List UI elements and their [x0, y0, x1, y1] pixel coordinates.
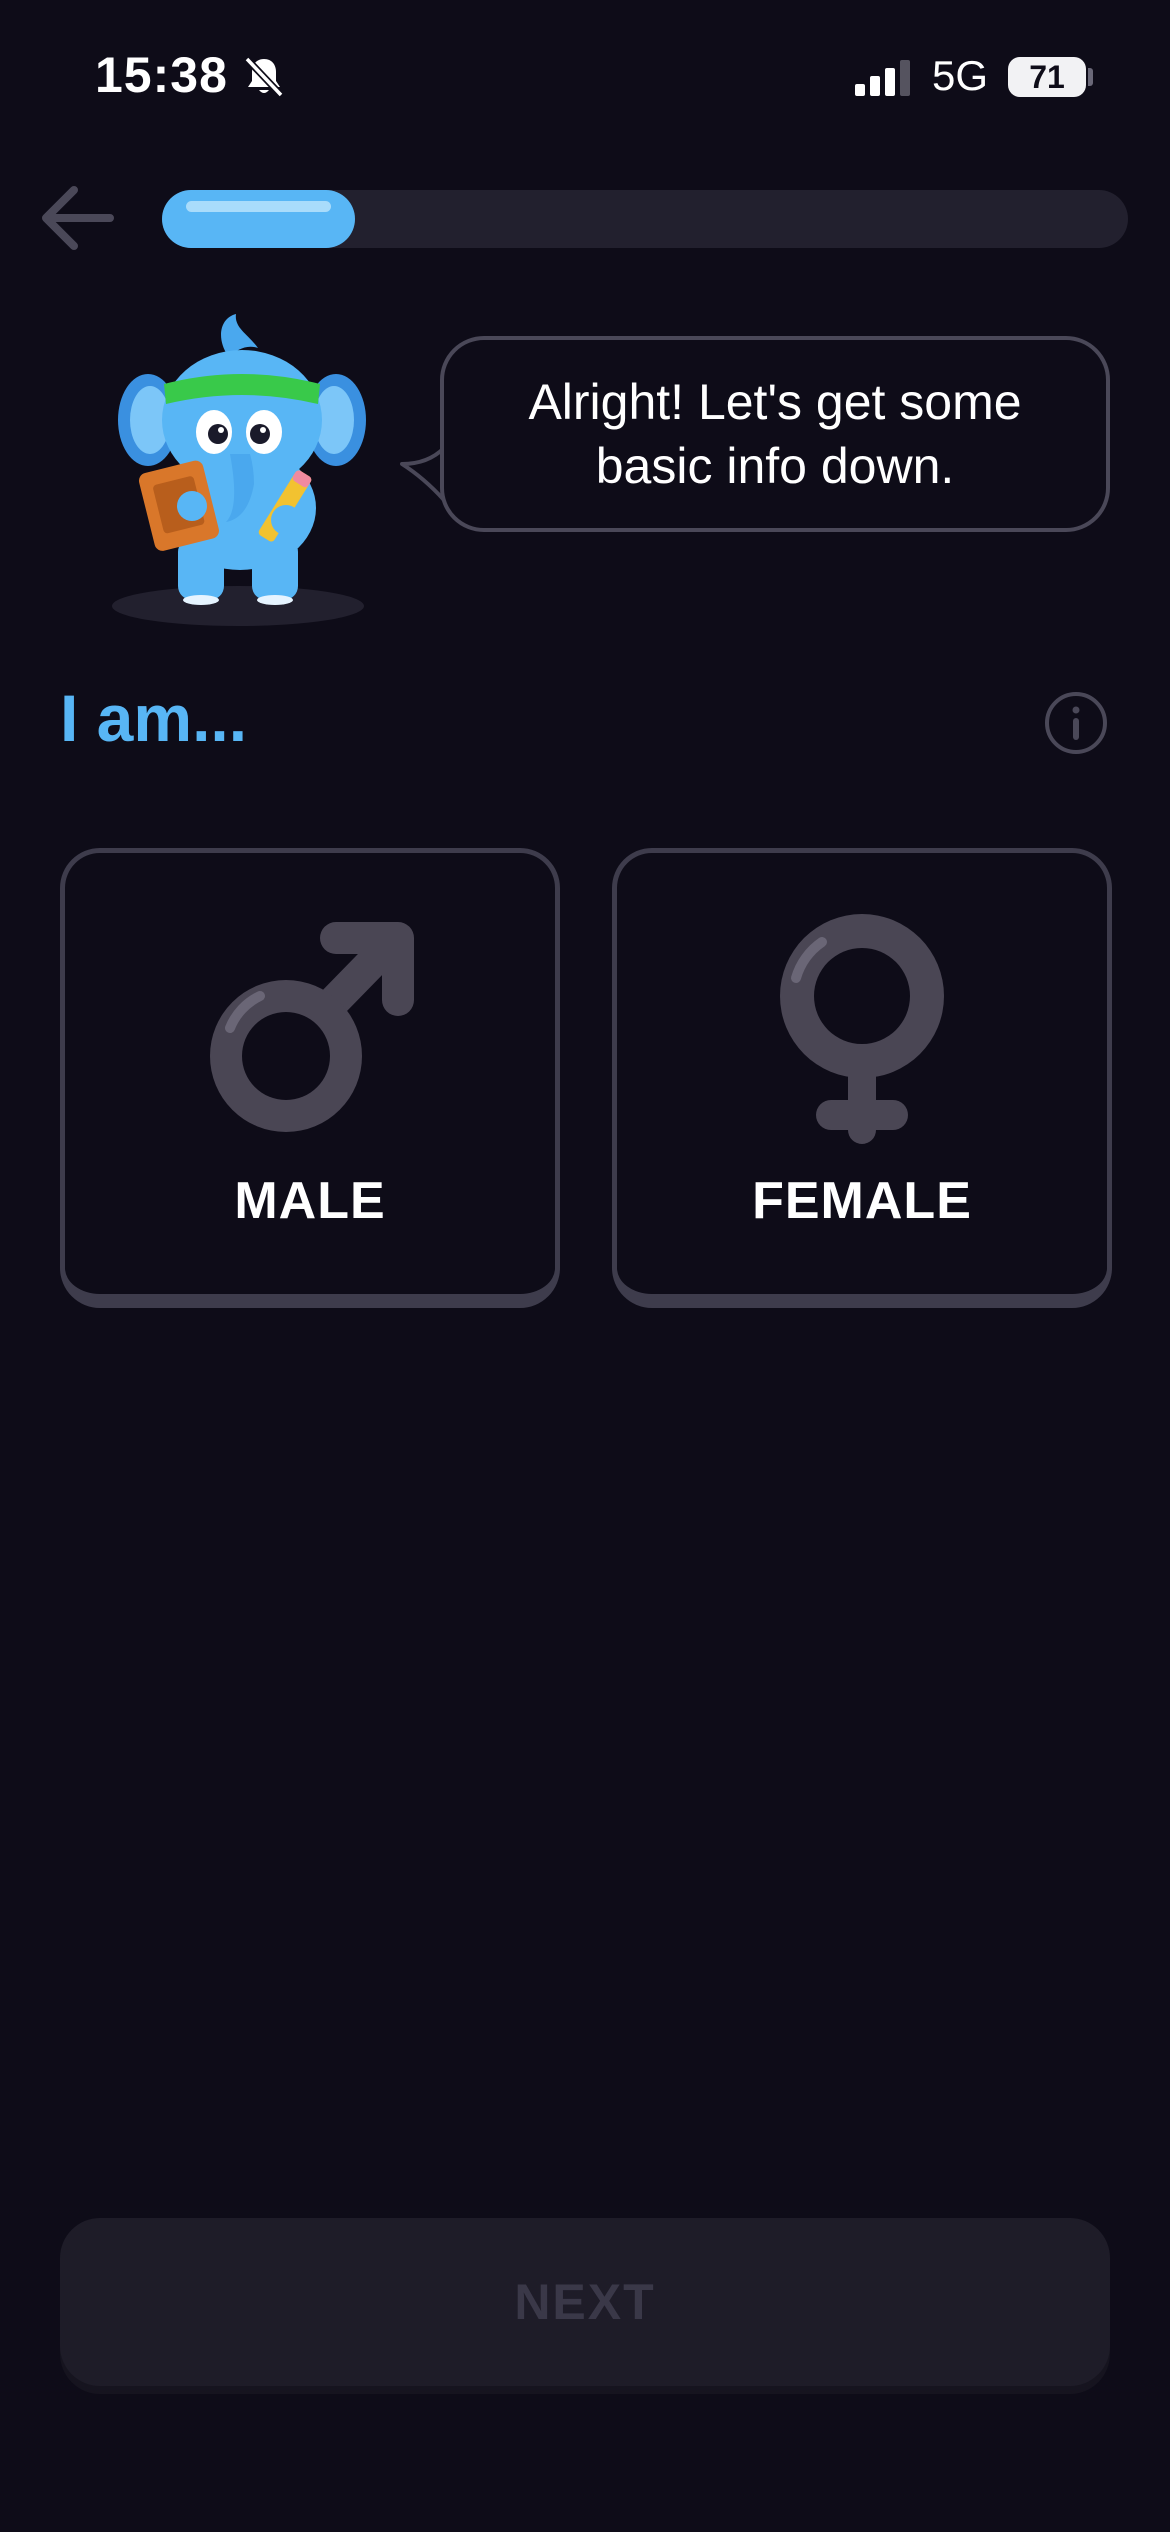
female-symbol-icon [780, 914, 944, 1144]
battery-icon: 71 [1008, 57, 1086, 97]
battery-tip [1088, 68, 1093, 86]
elephant-mascot [112, 314, 366, 626]
option-male-label: MALE [234, 1172, 386, 1230]
male-symbol-icon [210, 922, 414, 1132]
option-female-button[interactable]: FEMALE [612, 848, 1112, 1308]
progress-shine [186, 201, 331, 212]
speech-bubble-text: Alright! Let's get some basic info down. [528, 374, 1022, 494]
status-time: 15:38 [95, 47, 228, 103]
battery-level: 71 [1029, 59, 1065, 95]
status-bar: 15:38 5G 71 [0, 0, 1170, 150]
page-title: I am... [60, 681, 248, 755]
bell-muted-icon [244, 56, 284, 98]
info-icon[interactable] [1043, 690, 1109, 756]
speech-bubble: Alright! Let's get some basic info down. [440, 336, 1110, 532]
signal-icon [855, 60, 910, 96]
arrow-left-icon[interactable] [38, 178, 118, 258]
option-female-label: FEMALE [752, 1172, 972, 1230]
progress-bar [162, 190, 1128, 248]
progress-fill [162, 190, 355, 248]
option-male-button[interactable]: MALE [60, 848, 560, 1308]
network-type: 5G [932, 52, 989, 99]
next-button[interactable]: NEXT [60, 2218, 1110, 2386]
